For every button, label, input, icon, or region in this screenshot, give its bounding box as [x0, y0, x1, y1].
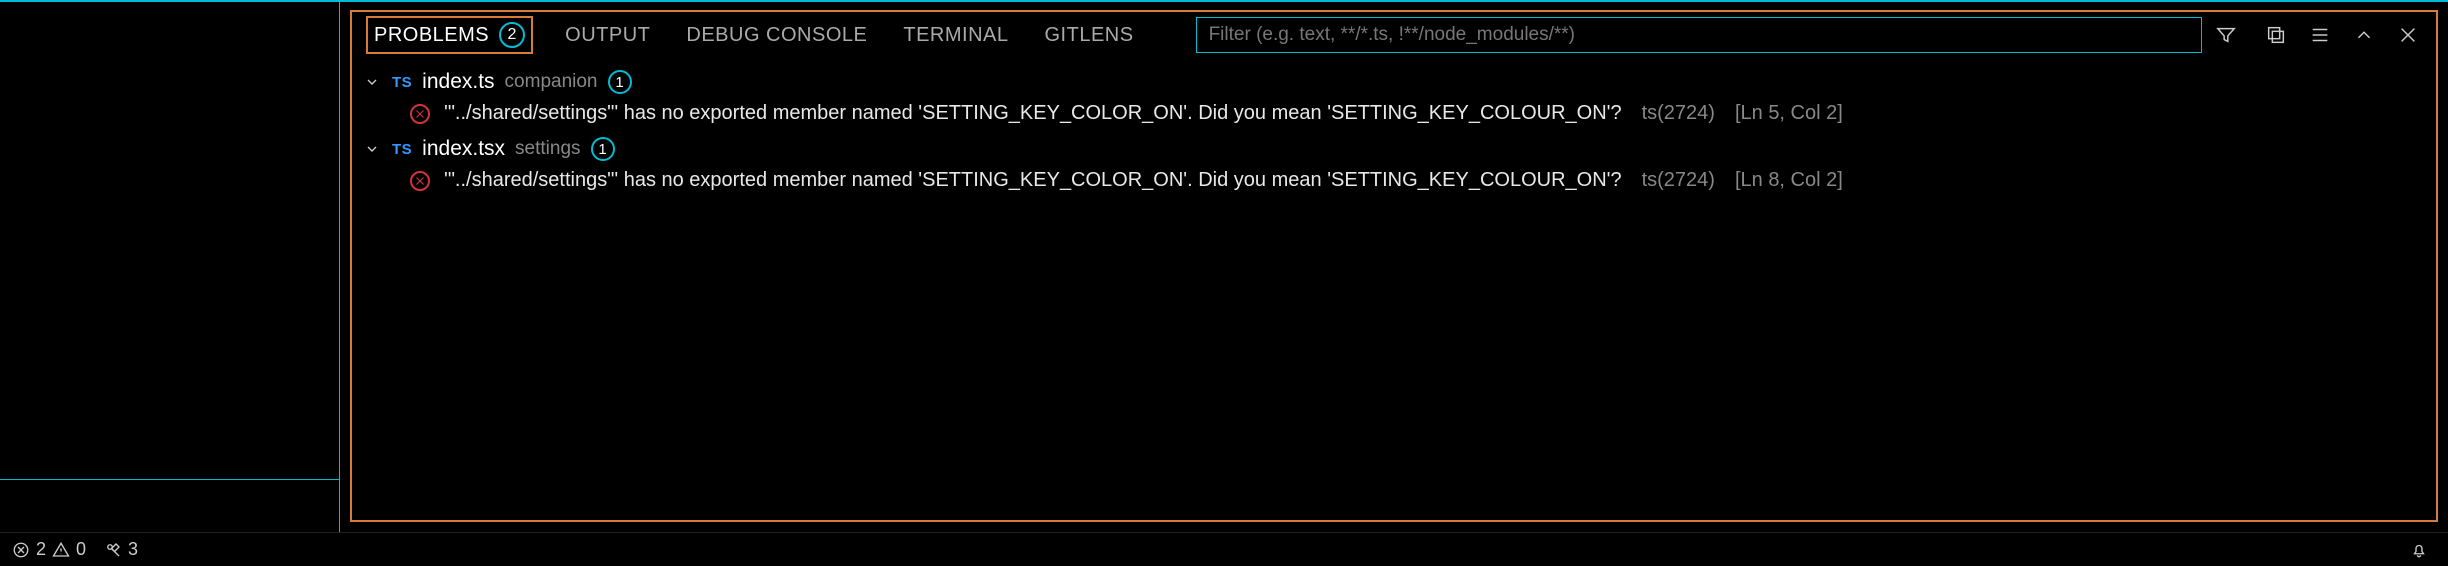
error-location: [Ln 5, Col 2] [1735, 102, 1843, 125]
problems-count-badge: 2 [499, 22, 525, 48]
file-error-count: 1 [608, 70, 632, 94]
close-icon[interactable] [2394, 21, 2422, 49]
tools-icon [104, 541, 122, 559]
file-error-count: 1 [591, 137, 615, 161]
file-row[interactable]: TS index.tsx settings 1 [362, 133, 2426, 165]
error-location: [Ln 8, Col 2] [1735, 169, 1843, 192]
error-icon [410, 104, 430, 124]
chevron-down-icon [362, 72, 382, 92]
error-circle-icon [12, 541, 30, 559]
status-notifications[interactable] [2410, 541, 2428, 559]
error-message: '"../shared/settings"' has no exported m… [444, 169, 1622, 192]
filter-input[interactable] [1196, 17, 2202, 53]
error-code: ts(2724) [1642, 169, 1715, 192]
tab-debug-console[interactable]: DEBUG CONSOLE [682, 18, 871, 53]
lang-badge: TS [392, 74, 412, 91]
tab-problems[interactable]: PROBLEMS 2 [366, 16, 533, 54]
status-tools-count: 3 [128, 539, 138, 560]
problems-panel: PROBLEMS 2 OUTPUT DEBUG CONSOLE TERMINAL [350, 10, 2438, 522]
filter-icon[interactable] [2212, 21, 2240, 49]
menu-icon[interactable] [2306, 21, 2334, 49]
sidebar [0, 2, 340, 532]
tab-output-label: OUTPUT [565, 24, 650, 47]
bell-icon [2410, 541, 2428, 559]
error-message: '"../shared/settings"' has no exported m… [444, 102, 1622, 125]
error-code: ts(2724) [1642, 102, 1715, 125]
sidebar-slot[interactable] [0, 480, 339, 532]
problem-file-group: TS index.tsx settings 1 '"../shared/sett… [362, 133, 2426, 196]
status-warnings-count: 0 [76, 539, 86, 560]
panel-tabs: PROBLEMS 2 OUTPUT DEBUG CONSOLE TERMINAL [366, 16, 1138, 54]
error-row[interactable]: '"../shared/settings"' has no exported m… [362, 98, 2426, 129]
error-row[interactable]: '"../shared/settings"' has no exported m… [362, 165, 2426, 196]
warning-icon [52, 541, 70, 559]
sidebar-body [0, 2, 339, 479]
file-name: index.ts [422, 70, 494, 94]
file-name: index.tsx [422, 137, 505, 161]
problem-file-group: TS index.ts companion 1 '"../shared/sett… [362, 66, 2426, 129]
error-icon [410, 171, 430, 191]
tab-gitlens-label: GITLENS [1044, 24, 1133, 47]
chevron-down-icon [362, 139, 382, 159]
chevron-up-icon[interactable] [2350, 21, 2378, 49]
file-row[interactable]: TS index.ts companion 1 [362, 66, 2426, 98]
file-path: settings [515, 138, 580, 160]
copy-icon[interactable] [2262, 21, 2290, 49]
lang-badge: TS [392, 141, 412, 158]
file-path: companion [505, 71, 598, 93]
problems-list: TS index.ts companion 1 '"../shared/sett… [352, 58, 2436, 520]
status-errors[interactable]: 2 0 [12, 539, 86, 560]
status-tools[interactable]: 3 [104, 539, 138, 560]
tab-terminal-label: TERMINAL [903, 24, 1008, 47]
tab-debug-console-label: DEBUG CONSOLE [686, 24, 867, 47]
tab-output[interactable]: OUTPUT [561, 18, 654, 53]
tab-gitlens[interactable]: GITLENS [1040, 18, 1137, 53]
status-errors-count: 2 [36, 539, 46, 560]
panel-header: PROBLEMS 2 OUTPUT DEBUG CONSOLE TERMINAL [352, 12, 2436, 58]
tab-problems-label: PROBLEMS [374, 24, 489, 47]
statusbar: 2 0 3 [0, 532, 2448, 566]
tab-terminal[interactable]: TERMINAL [899, 18, 1012, 53]
